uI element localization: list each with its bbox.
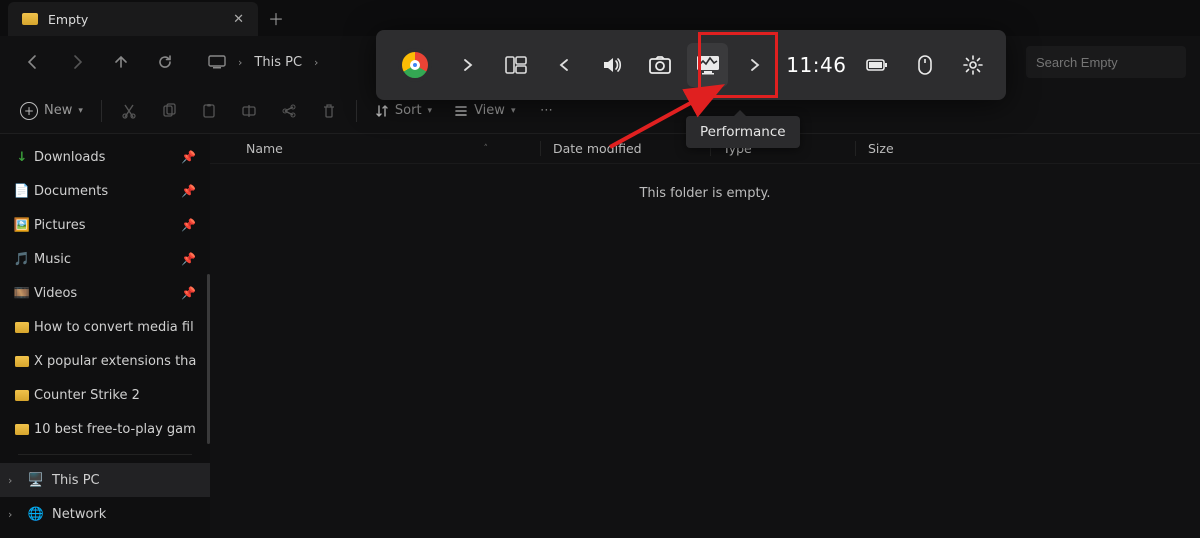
sidebar-item-label: Music bbox=[34, 252, 71, 267]
address-root-icon[interactable] bbox=[200, 49, 234, 75]
refresh-button[interactable] bbox=[146, 44, 184, 80]
column-label: Date modified bbox=[553, 141, 642, 156]
scrollbar[interactable] bbox=[207, 274, 210, 444]
sidebar-item-label: Counter Strike 2 bbox=[34, 388, 140, 403]
overlay-next-icon[interactable] bbox=[447, 43, 489, 87]
pin-icon: 📌 bbox=[181, 184, 196, 198]
pc-icon: 🖥️ bbox=[28, 472, 44, 488]
divider bbox=[18, 454, 192, 455]
chevron-right-icon[interactable]: › bbox=[8, 508, 12, 521]
separator bbox=[101, 100, 102, 122]
tab-title: Empty bbox=[48, 12, 223, 27]
overlay-prev-button[interactable] bbox=[543, 43, 585, 87]
chevron-down-icon: ▾ bbox=[428, 106, 433, 116]
chevron-down-icon: ▾ bbox=[78, 106, 83, 116]
cut-button[interactable] bbox=[110, 94, 148, 128]
sidebar-item-label: Downloads bbox=[34, 150, 105, 165]
pin-icon: 📌 bbox=[181, 150, 196, 164]
sidebar-item-label: Documents bbox=[34, 184, 108, 199]
view-label: View bbox=[474, 103, 505, 118]
videos-icon: 🎞️ bbox=[14, 285, 30, 301]
audio-button[interactable] bbox=[591, 43, 633, 87]
column-date[interactable]: Date modified bbox=[540, 141, 710, 156]
sidebar-item-network[interactable]: › 🌐 Network bbox=[0, 497, 210, 531]
rename-button[interactable] bbox=[230, 94, 268, 128]
search-input[interactable] bbox=[1026, 46, 1186, 78]
sort-label: Sort bbox=[395, 103, 422, 118]
sidebar-item-downloads[interactable]: ↓ Downloads 📌 bbox=[0, 140, 210, 174]
settings-button[interactable] bbox=[952, 43, 994, 87]
empty-folder-message: This folder is empty. bbox=[210, 164, 1200, 201]
column-name[interactable]: Name ˄ bbox=[210, 141, 540, 156]
sidebar-item-videos[interactable]: 🎞️ Videos 📌 bbox=[0, 276, 210, 310]
close-icon[interactable]: ✕ bbox=[233, 12, 244, 27]
folder-icon bbox=[22, 13, 38, 25]
copy-button[interactable] bbox=[150, 94, 188, 128]
pictures-icon: 🖼️ bbox=[14, 217, 30, 233]
sidebar-item-music[interactable]: 🎵 Music 📌 bbox=[0, 242, 210, 276]
mouse-icon[interactable] bbox=[904, 43, 946, 87]
sidebar-item-folder[interactable]: 10 best free-to-play gam bbox=[0, 412, 210, 446]
document-icon: 📄 bbox=[14, 183, 30, 199]
sidebar-item-pictures[interactable]: 🖼️ Pictures 📌 bbox=[0, 208, 210, 242]
chrome-app-button[interactable] bbox=[388, 43, 441, 87]
up-button[interactable] bbox=[102, 44, 140, 80]
sort-asc-icon: ˄ bbox=[484, 144, 489, 154]
overlay-clock: 11:46 bbox=[782, 53, 850, 77]
network-icon: 🌐 bbox=[28, 506, 44, 522]
folder-icon bbox=[14, 353, 30, 369]
plus-circle-icon: + bbox=[20, 102, 38, 120]
column-label: Name bbox=[246, 141, 283, 156]
download-icon: ↓ bbox=[14, 149, 30, 165]
tooltip-text: Performance bbox=[700, 124, 786, 140]
chevron-down-icon: ▾ bbox=[511, 106, 516, 116]
paste-button[interactable] bbox=[190, 94, 228, 128]
chevron-right-icon[interactable]: › bbox=[236, 56, 244, 69]
battery-icon[interactable] bbox=[856, 43, 898, 87]
capture-button[interactable] bbox=[639, 43, 681, 87]
share-button[interactable] bbox=[270, 94, 308, 128]
chevron-right-icon[interactable]: › bbox=[312, 56, 320, 69]
sidebar-item-documents[interactable]: 📄 Documents 📌 bbox=[0, 174, 210, 208]
sidebar-item-label: Pictures bbox=[34, 218, 85, 233]
sidebar-item-this-pc[interactable]: › 🖥️ This PC bbox=[0, 463, 210, 497]
pin-icon: 📌 bbox=[181, 286, 196, 300]
folder-icon bbox=[14, 387, 30, 403]
new-tab-button[interactable]: ＋ bbox=[258, 0, 294, 36]
sidebar-item-label: X popular extensions tha bbox=[34, 354, 196, 369]
sidebar-item-label: How to convert media fil bbox=[34, 320, 194, 335]
new-button[interactable]: + New ▾ bbox=[10, 94, 93, 128]
column-label: Size bbox=[868, 141, 894, 156]
chevron-right-icon[interactable]: › bbox=[8, 474, 12, 487]
folder-icon bbox=[14, 319, 30, 335]
back-button[interactable] bbox=[14, 44, 52, 80]
file-list-area: Name ˄ Date modified Type Size This fold… bbox=[210, 134, 1200, 538]
sidebar-item-label: 10 best free-to-play gam bbox=[34, 422, 196, 437]
address-this-pc[interactable]: This PC bbox=[246, 49, 310, 76]
navigation-sidebar: ↓ Downloads 📌 📄 Documents 📌 🖼️ Pictures … bbox=[0, 134, 210, 538]
sidebar-item-label: Videos bbox=[34, 286, 77, 301]
music-icon: 🎵 bbox=[14, 251, 30, 267]
chrome-icon bbox=[398, 48, 432, 82]
sidebar-item-label: Network bbox=[52, 507, 106, 522]
performance-tooltip: Performance bbox=[686, 116, 800, 148]
forward-button[interactable] bbox=[58, 44, 96, 80]
pin-icon: 📌 bbox=[181, 252, 196, 266]
delete-button[interactable] bbox=[310, 94, 348, 128]
sidebar-item-label: This PC bbox=[52, 473, 100, 488]
column-size[interactable]: Size bbox=[855, 141, 955, 156]
pin-icon: 📌 bbox=[181, 218, 196, 232]
performance-button[interactable] bbox=[687, 43, 729, 87]
overlay-bar[interactable]: 11:46 bbox=[376, 30, 1006, 100]
sidebar-item-folder[interactable]: Counter Strike 2 bbox=[0, 378, 210, 412]
sidebar-item-folder[interactable]: X popular extensions tha bbox=[0, 344, 210, 378]
new-label: New bbox=[44, 103, 72, 118]
overlay-more-button[interactable] bbox=[734, 43, 776, 87]
folder-icon bbox=[14, 421, 30, 437]
address-bar[interactable]: › This PC › bbox=[200, 49, 320, 76]
widgets-button[interactable] bbox=[495, 43, 537, 87]
separator bbox=[356, 100, 357, 122]
sidebar-item-folder[interactable]: How to convert media fil bbox=[0, 310, 210, 344]
tab-empty[interactable]: Empty ✕ bbox=[8, 2, 258, 36]
